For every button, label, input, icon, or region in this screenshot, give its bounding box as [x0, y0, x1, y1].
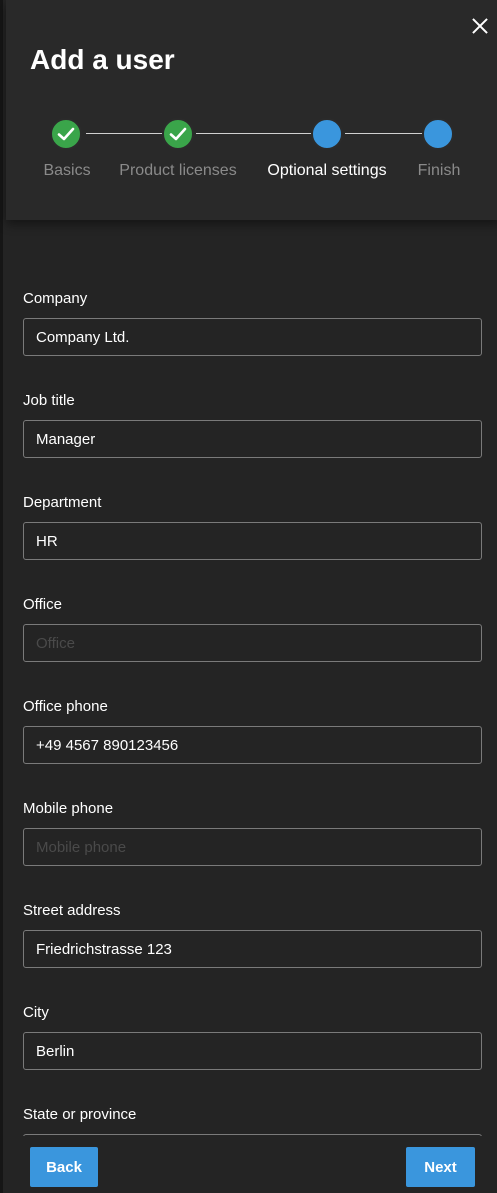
step-basics-complete-icon [50, 118, 82, 150]
office-input[interactable] [23, 624, 482, 662]
mobile-phone-input[interactable] [23, 828, 482, 866]
checkmark-icon [169, 127, 187, 141]
back-button[interactable]: Back [30, 1147, 98, 1187]
step-connector [196, 133, 313, 134]
company-input[interactable] [23, 318, 482, 356]
department-input[interactable] [23, 522, 482, 560]
checkmark-icon [57, 127, 75, 141]
step-finish-icon [422, 118, 454, 150]
job-title-label: Job title [23, 392, 75, 409]
step-connector [345, 133, 423, 134]
close-icon[interactable] [468, 14, 492, 38]
page-title: Add a user [30, 44, 175, 75]
office-phone-label: Office phone [23, 698, 108, 715]
department-label: Department [23, 494, 102, 511]
wizard-stepper: Basics Product licenses Optional setting… [6, 116, 497, 196]
street-address-input[interactable] [23, 930, 482, 968]
step-label-finish: Finish [417, 162, 461, 179]
step-label-optional-settings: Optional settings [267, 162, 387, 179]
step-optional-settings-icon [311, 118, 343, 150]
next-button[interactable]: Next [406, 1147, 475, 1187]
step-connector [86, 133, 164, 134]
company-label: Company [23, 290, 88, 307]
office-phone-input[interactable] [23, 726, 482, 764]
street-address-label: Street address [23, 902, 121, 919]
city-input[interactable] [23, 1032, 482, 1070]
office-label: Office [23, 596, 62, 613]
add-user-panel: Add a user Basics Product licenses Optio… [0, 0, 497, 1193]
state-province-label: State or province [23, 1106, 137, 1123]
step-product-licenses-complete-icon [162, 118, 194, 150]
city-label: City [23, 1004, 49, 1021]
panel-footer: Back Next [6, 1136, 497, 1193]
optional-settings-form: Company Job title Department Office Offi… [6, 220, 497, 1136]
mobile-phone-label: Mobile phone [23, 800, 114, 817]
step-label-product-licenses[interactable]: Product licenses [119, 162, 236, 180]
step-label-basics[interactable]: Basics [43, 162, 90, 180]
panel-header: Add a user Basics Product licenses Optio… [6, 0, 497, 220]
job-title-input[interactable] [23, 420, 482, 458]
